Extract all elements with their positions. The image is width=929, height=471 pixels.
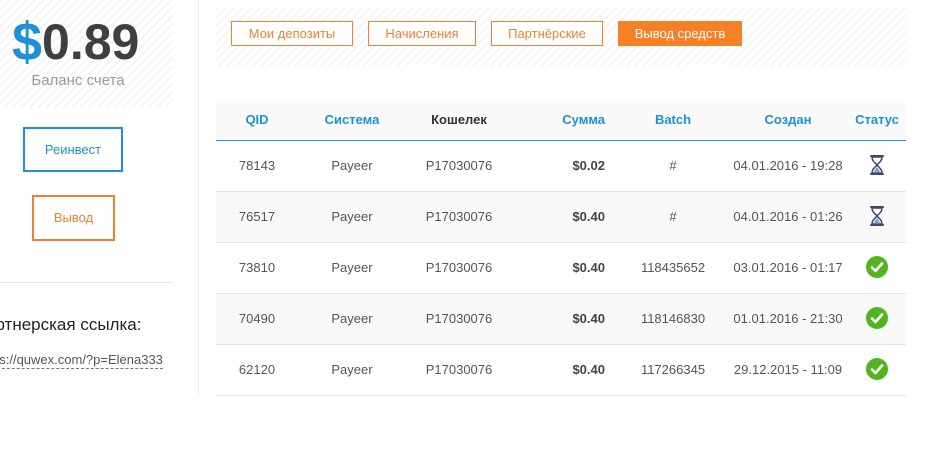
cell-wallet: P17030076 xyxy=(425,158,493,173)
header-system[interactable]: Система xyxy=(312,100,392,140)
cell-wallet: P17030076 xyxy=(425,260,493,275)
cell-qid: 76517 xyxy=(238,209,276,224)
tab-accruals[interactable]: Начисления xyxy=(368,21,476,46)
referral-title: артнерская ссылка: xyxy=(0,315,142,334)
cell-wallet: P17030076 xyxy=(425,362,493,377)
cell-batch: # xyxy=(669,158,677,173)
table-row: 76517 Payeer P17030076 $0.40 # 04.01.201… xyxy=(216,192,906,243)
tab-my-deposits[interactable]: Мои депозиты xyxy=(231,21,353,46)
tabs-bar: Мои депозиты Начисления Партнёрские Выво… xyxy=(216,8,906,66)
check-circle-icon xyxy=(866,307,888,329)
cell-batch: 118435652 xyxy=(640,260,706,275)
table-row: 78143 Payeer P17030076 $0.02 # 04.01.201… xyxy=(216,141,906,192)
withdrawals-table: QID Система Кошелек Сумма Batch Создан С… xyxy=(216,100,906,396)
cell-system: Payeer xyxy=(331,362,373,377)
cell-created: 01.01.2016 - 21:30 xyxy=(733,311,843,326)
cell-amount: $0.40 xyxy=(572,362,605,377)
cell-created: 04.01.2016 - 19:28 xyxy=(733,158,843,173)
hourglass-icon xyxy=(866,154,888,176)
tab-withdrawals[interactable]: Вывод средств xyxy=(618,21,742,46)
currency-symbol: $ xyxy=(12,12,43,72)
header-amount[interactable]: Сумма xyxy=(536,100,605,140)
cell-system: Payeer xyxy=(331,260,373,275)
sidebar-divider xyxy=(0,282,173,283)
balance-value: 0.89 xyxy=(42,14,140,70)
table-header: QID Система Кошелек Сумма Batch Создан С… xyxy=(216,100,906,141)
cell-batch: 117266345 xyxy=(640,362,706,377)
cell-amount: $0.40 xyxy=(572,311,605,326)
header-batch[interactable]: Batch xyxy=(631,100,715,140)
header-wallet: Кошелек xyxy=(431,112,487,127)
cell-qid: 73810 xyxy=(238,260,276,275)
cell-amount: $0.02 xyxy=(572,158,605,173)
cell-batch: # xyxy=(669,209,677,224)
sidebar: $0.89 Баланс счета Реинвест Вывод артнер… xyxy=(0,0,199,395)
table-row: 73810 Payeer P17030076 $0.40 118435652 0… xyxy=(216,243,906,294)
cell-qid: 70490 xyxy=(238,311,276,326)
tab-partner[interactable]: Партнёрские xyxy=(491,21,603,46)
table-row: 62120 Payeer P17030076 $0.40 117266345 2… xyxy=(216,345,906,396)
cell-batch: 118146830 xyxy=(640,311,706,326)
cell-created: 29.12.2015 - 11:09 xyxy=(733,362,843,377)
cell-wallet: P17030076 xyxy=(425,209,493,224)
header-created[interactable]: Создан xyxy=(728,100,848,140)
cell-created: 04.01.2016 - 01:26 xyxy=(733,209,843,224)
cell-system: Payeer xyxy=(331,209,373,224)
cell-amount: $0.40 xyxy=(572,209,605,224)
cell-qid: 62120 xyxy=(238,362,276,377)
reinvest-button[interactable]: Реинвест xyxy=(23,127,123,172)
balance-amount: $0.89 xyxy=(12,10,139,74)
hourglass-icon xyxy=(866,205,888,227)
table-row: 70490 Payeer P17030076 $0.40 118146830 0… xyxy=(216,294,906,345)
cell-system: Payeer xyxy=(331,158,373,173)
cell-amount: $0.40 xyxy=(572,260,605,275)
balance-label: Баланс счета xyxy=(31,72,125,89)
header-qid[interactable]: QID xyxy=(216,100,298,140)
cell-qid: 78143 xyxy=(238,158,276,173)
check-circle-icon xyxy=(866,358,888,380)
referral-link[interactable]: ps://quwex.com/?p=Elena333 xyxy=(0,352,163,369)
check-circle-icon xyxy=(866,256,888,278)
cell-wallet: P17030076 xyxy=(425,311,493,326)
header-status[interactable]: Статус xyxy=(852,100,902,140)
cell-system: Payeer xyxy=(331,311,373,326)
balance-panel: $0.89 Баланс счета xyxy=(0,0,173,108)
withdraw-button[interactable]: Вывод xyxy=(32,195,115,241)
cell-created: 03.01.2016 - 01:17 xyxy=(733,260,843,275)
